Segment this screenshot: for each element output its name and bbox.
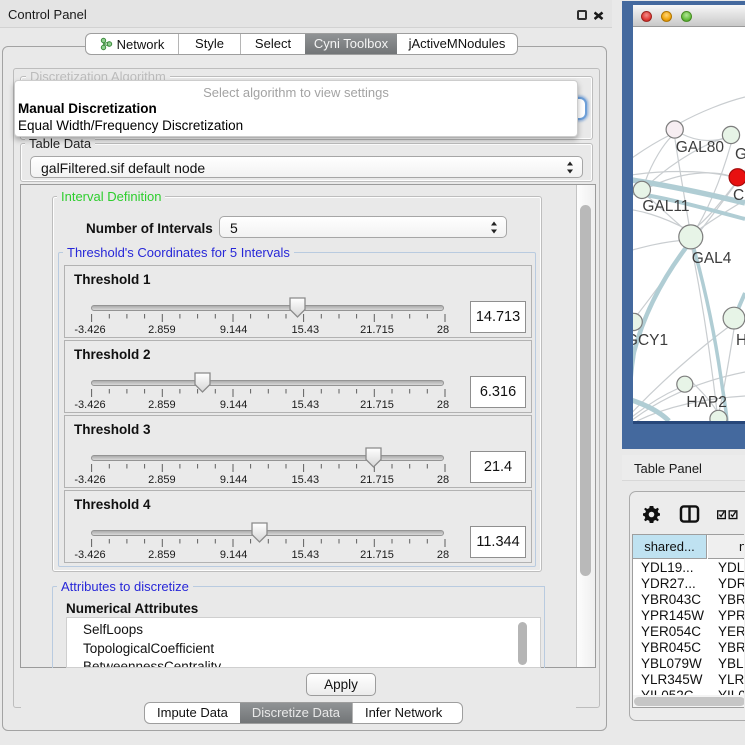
svg-text:C: C — [733, 187, 744, 204]
svg-text:H: H — [736, 332, 745, 349]
svg-text:GCY1: GCY1 — [633, 332, 668, 349]
svg-text:GA: GA — [735, 146, 745, 163]
svg-text:GAL11: GAL11 — [642, 198, 689, 215]
svg-text:GAL4: GAL4 — [692, 250, 732, 267]
svg-text:GAL80: GAL80 — [676, 139, 725, 156]
svg-text:HAP2: HAP2 — [686, 394, 727, 411]
